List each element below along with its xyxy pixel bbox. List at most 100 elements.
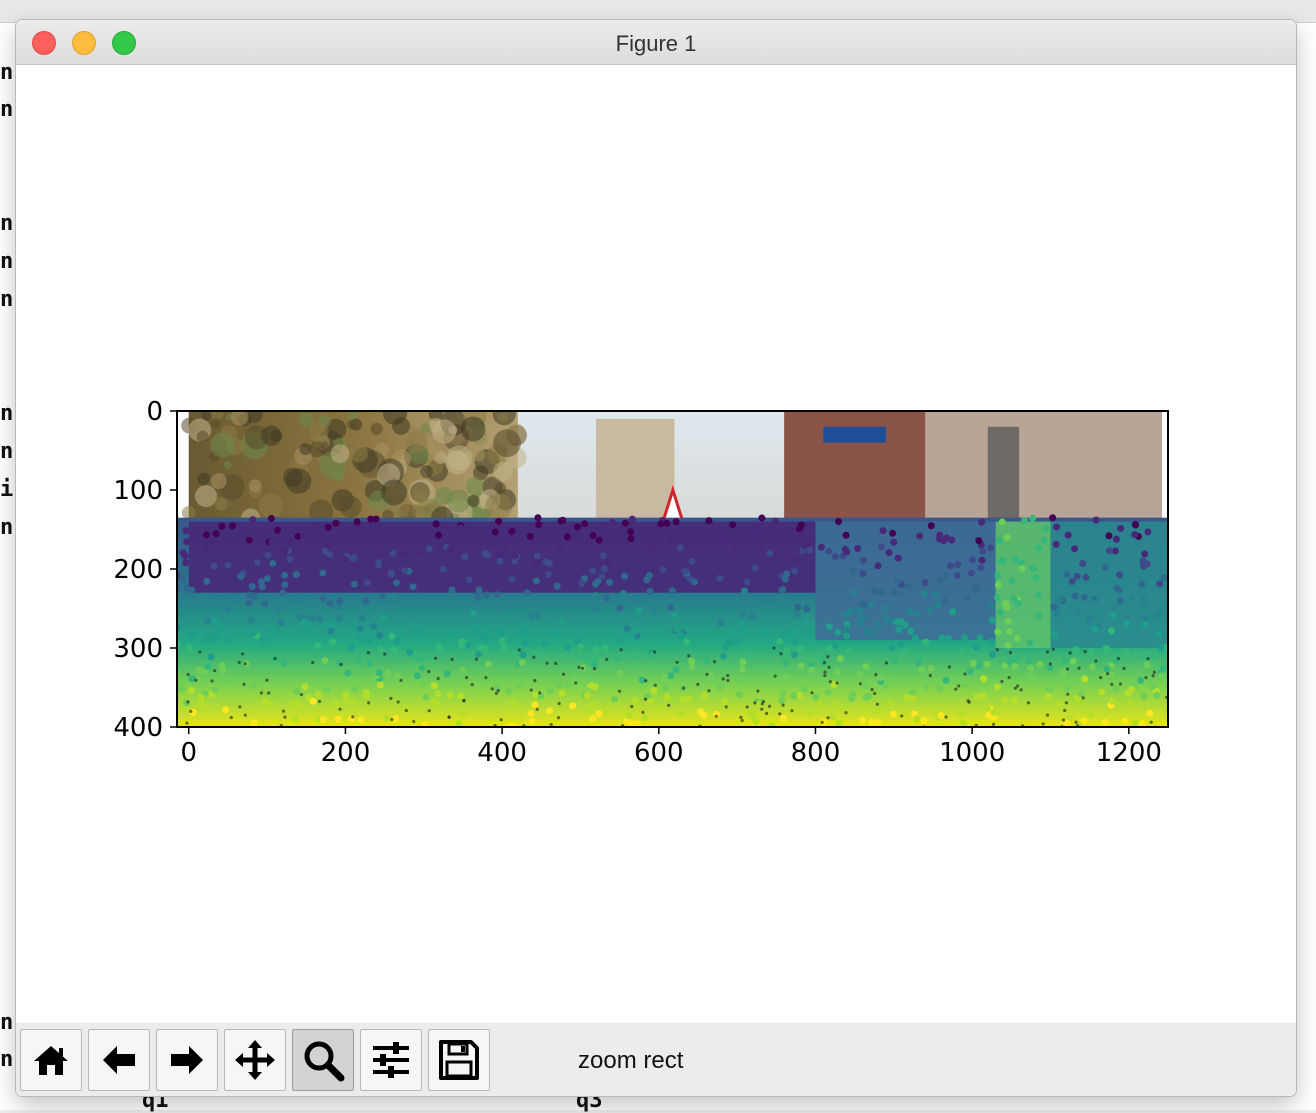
depth-point: [829, 713, 837, 721]
depth-point: [458, 642, 466, 650]
configure-subplots-button[interactable]: [360, 1029, 422, 1091]
depth-point: [461, 553, 469, 561]
photo-foliage: [214, 497, 229, 511]
depth-point: [316, 615, 324, 623]
depth-point: [430, 682, 438, 690]
depth-point: [933, 601, 941, 609]
depth-point: [589, 531, 597, 539]
depth-point: [911, 636, 919, 644]
depth-point: [394, 672, 402, 680]
depth-point: [401, 567, 409, 575]
depth-point: [439, 565, 447, 573]
scan-gap: [779, 652, 783, 656]
depth-point: [357, 716, 365, 724]
depth-point: [688, 657, 696, 665]
depth-point: [775, 600, 783, 608]
depth-point: [886, 676, 894, 684]
scan-gap: [580, 666, 585, 670]
depth-point: [222, 706, 230, 714]
depth-point: [334, 715, 342, 723]
depth-point: [831, 553, 839, 561]
depth-point: [1150, 653, 1158, 661]
depth-point: [210, 562, 218, 570]
depth-point: [469, 609, 477, 617]
depth-point: [1035, 612, 1043, 620]
depth-point: [562, 526, 570, 534]
pan-button[interactable]: [224, 1029, 286, 1091]
depth-point: [890, 538, 898, 546]
depth-point: [930, 706, 938, 714]
scan-gap: [366, 651, 371, 655]
scan-gap: [726, 678, 730, 683]
scan-gap: [1045, 713, 1050, 717]
depth-point: [815, 701, 823, 709]
photo-foliage: [484, 493, 512, 521]
depth-point: [1073, 646, 1081, 654]
depth-point: [370, 622, 378, 630]
depth-point: [341, 555, 349, 563]
depth-point: [247, 617, 255, 625]
depth-point: [621, 572, 629, 580]
depth-point: [1107, 627, 1115, 635]
photo-foliage: [210, 473, 227, 490]
photo-foliage: [493, 461, 513, 482]
depth-point: [590, 652, 598, 660]
scan-gap: [1065, 667, 1070, 671]
window-titlebar[interactable]: Figure 1: [16, 20, 1296, 65]
depth-point: [688, 558, 696, 566]
depth-point: [677, 631, 685, 639]
depth-point: [314, 642, 322, 650]
depth-point: [401, 550, 409, 558]
depth-point: [1130, 680, 1138, 688]
depth-point: [1121, 717, 1129, 725]
depth-point: [229, 595, 237, 603]
scan-gap: [549, 723, 553, 727]
home-icon: [34, 1046, 68, 1075]
depth-point: [218, 522, 226, 530]
scan-gap: [412, 719, 416, 724]
depth-point: [1045, 685, 1053, 693]
arrow-left-icon: [103, 1046, 135, 1074]
depth-point: [523, 589, 531, 597]
depth-point: [604, 558, 612, 566]
scan-gap: [884, 661, 889, 665]
depth-point: [608, 518, 616, 526]
depth-point: [1149, 682, 1157, 690]
back-button[interactable]: [88, 1029, 150, 1091]
depth-point: [508, 575, 516, 583]
photo-foliage: [445, 450, 470, 475]
forward-button[interactable]: [156, 1029, 218, 1091]
depth-point: [569, 702, 577, 710]
depth-point: [641, 714, 649, 722]
save-button[interactable]: [428, 1029, 490, 1091]
photo-foliage: [346, 419, 357, 430]
scan-gap: [874, 673, 878, 677]
scan-gap: [243, 662, 247, 666]
depth-point: [1042, 524, 1050, 532]
terminal-line: n: [0, 97, 14, 122]
terminal-line: n: [0, 401, 14, 426]
depth-point: [842, 531, 850, 539]
scan-gap: [630, 704, 634, 709]
scan-gap: [822, 660, 826, 665]
photo-foliage: [493, 429, 521, 458]
depth-point: [446, 545, 454, 553]
plot-svg[interactable]: 0 200 400 600 800 1000 1200 0 100 200 300 400: [16, 65, 1296, 1023]
scan-gap: [213, 669, 217, 673]
home-button[interactable]: [20, 1029, 82, 1091]
depth-point: [861, 682, 869, 690]
depth-point: [874, 707, 882, 715]
zoom-button[interactable]: [292, 1029, 354, 1091]
depth-point: [501, 546, 509, 554]
depth-point: [798, 531, 806, 539]
scan-gap: [705, 672, 709, 676]
depth-point: [927, 664, 935, 672]
depth-point: [604, 704, 612, 712]
depth-point: [486, 624, 494, 632]
figure-canvas[interactable]: 0 200 400 600 800 1000 1200 0 100 200 300 400: [16, 65, 1296, 1023]
depth-point: [941, 597, 949, 605]
depth-point: [335, 614, 343, 622]
depth-point: [1003, 603, 1011, 611]
depth-point: [745, 651, 753, 659]
depth-point: [475, 586, 483, 594]
